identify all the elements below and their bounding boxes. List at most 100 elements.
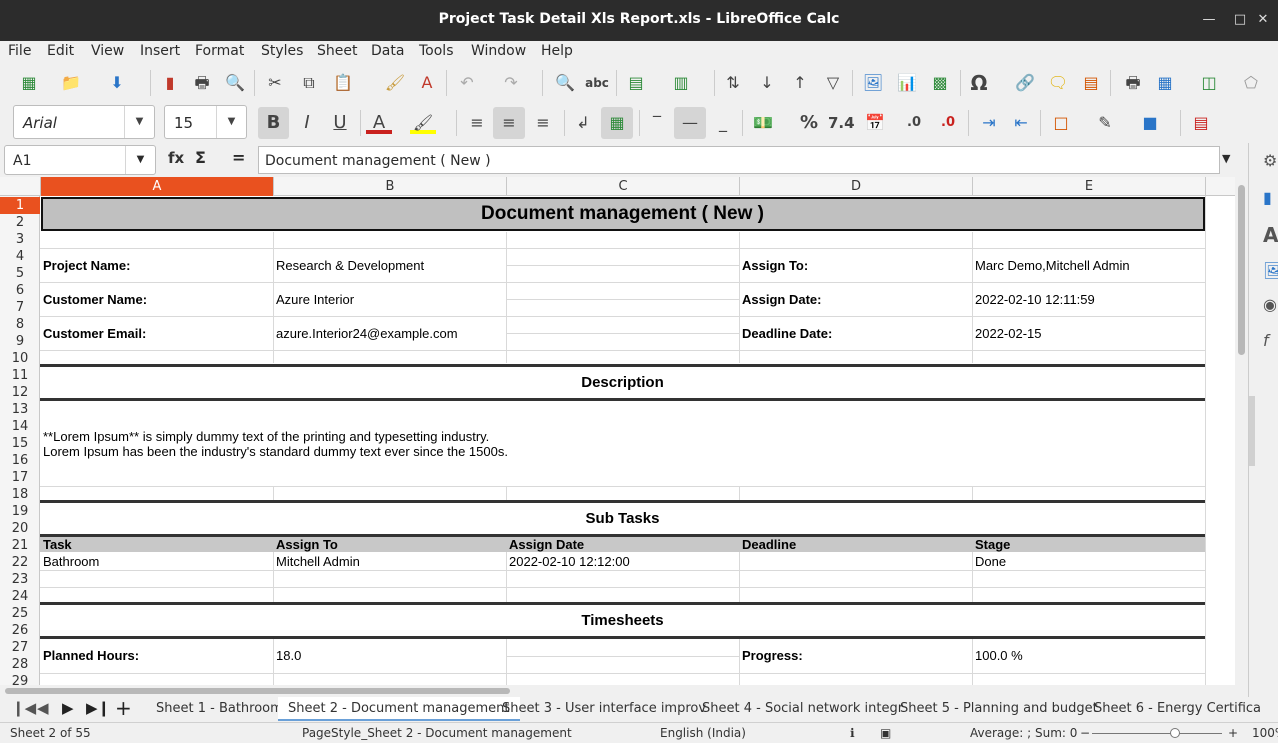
special-character-icon[interactable]: Ω (966, 70, 992, 96)
menu-help[interactable]: Help (541, 43, 573, 59)
menu-insert[interactable]: Insert (140, 43, 180, 59)
comment-icon[interactable]: 🗨 (1045, 70, 1071, 96)
sort-descending-icon[interactable]: ↑ (787, 70, 813, 96)
row-header[interactable]: 16 (0, 452, 40, 469)
row-header[interactable]: 18 (0, 486, 40, 503)
menu-edit[interactable]: Edit (47, 43, 74, 59)
sidebar-toggle-handle[interactable] (1249, 396, 1255, 466)
decrease-indent-icon[interactable]: ⇤ (1008, 110, 1034, 136)
print-preview-icon[interactable]: 🔍 (222, 70, 248, 96)
open-folder-icon[interactable]: 📁 (58, 70, 84, 96)
styles-a-icon[interactable]: A (1263, 223, 1278, 247)
expand-formula-icon[interactable]: ▼ (1222, 152, 1230, 165)
row-header[interactable]: 20 (0, 520, 40, 537)
next-sheet-icon[interactable]: ▶ (62, 699, 74, 717)
navigator-icon[interactable]: ◉ (1263, 295, 1278, 317)
description-line-1[interactable]: **Lorem Ipsum** is simply dummy text of … (43, 429, 489, 444)
progress-value[interactable]: 100.0 % (975, 648, 1023, 663)
print-icon[interactable]: 🖶 (189, 70, 215, 96)
zoom-in-icon[interactable]: + (1228, 726, 1238, 740)
menu-tools[interactable]: Tools (419, 43, 454, 59)
cells-area[interactable]: Document management ( New ) Project Name… (40, 196, 1235, 685)
tab-sheet-4[interactable]: Sheet 4 - Social network integr (702, 701, 903, 716)
percent-icon[interactable]: % (796, 110, 822, 136)
row-header[interactable]: 27 (0, 639, 40, 656)
assign-to-value[interactable]: Marc Demo,Mitchell Admin (975, 258, 1130, 273)
show-draw-functions-icon[interactable]: ⬠ (1238, 70, 1264, 96)
italic-icon[interactable]: I (294, 110, 320, 136)
row-header[interactable]: 9 (0, 333, 40, 350)
align-center-icon[interactable]: ≡ (493, 107, 525, 139)
number-format-icon[interactable]: 7.4 (828, 110, 855, 136)
row-header[interactable]: 25 (0, 605, 40, 622)
scrollbar-thumb[interactable] (5, 688, 510, 694)
first-sheet-icon[interactable]: ❙◀ (12, 699, 36, 717)
insert-chart-icon[interactable]: 📊 (894, 70, 920, 96)
row-header[interactable]: 21 (0, 537, 40, 554)
column-header-b[interactable]: B (274, 177, 507, 196)
previous-sheet-icon[interactable]: ◀ (37, 699, 49, 717)
highlight-color-icon[interactable]: 🖌 (410, 110, 436, 134)
align-bottom-icon[interactable]: _ (710, 110, 736, 136)
menu-file[interactable]: File (8, 43, 31, 59)
name-box[interactable]: A1 ▼ (4, 145, 156, 175)
row-header[interactable]: 11 (0, 367, 40, 384)
menu-styles[interactable]: Styles (261, 43, 303, 59)
headers-footers-icon[interactable]: ▤ (1078, 70, 1104, 96)
row-header[interactable]: 5 (0, 265, 40, 282)
split-window-icon[interactable]: ◫ (1196, 70, 1222, 96)
last-sheet-icon[interactable]: ▶❙ (86, 699, 110, 717)
project-name-value[interactable]: Research & Development (276, 258, 424, 273)
row-header[interactable]: 14 (0, 418, 40, 435)
minimize-icon[interactable]: — (1199, 10, 1219, 30)
paste-icon[interactable]: 📋 (330, 70, 356, 96)
table-row[interactable]: Done (975, 554, 1006, 569)
menu-format[interactable]: Format (195, 43, 244, 59)
wrap-text-icon[interactable]: ↲ (570, 110, 596, 136)
table-row[interactable]: 2022-02-10 12:12:00 (509, 554, 630, 569)
sort-icon[interactable]: ⇅ (720, 70, 746, 96)
tab-sheet-3[interactable]: Sheet 3 - User interface improv (502, 701, 706, 716)
row-header[interactable]: 2 (0, 214, 40, 231)
redo-icon[interactable]: ↷ (498, 70, 524, 96)
horizontal-scrollbar[interactable] (0, 685, 1235, 697)
spreadsheet-grid[interactable]: A B C D E 1 2 3 4 5 6 7 8 9 10 11 12 13 … (0, 177, 1235, 685)
row-header[interactable]: 15 (0, 435, 40, 452)
clear-formatting-icon[interactable]: A (414, 70, 440, 96)
insert-image-icon[interactable]: 🖼 (860, 70, 886, 96)
column-header-a[interactable]: A (41, 177, 274, 196)
menu-window[interactable]: Window (471, 43, 526, 59)
scrollbar-thumb[interactable] (1238, 185, 1245, 355)
hyperlink-icon[interactable]: 🔗 (1012, 70, 1038, 96)
column-header-e[interactable]: E (973, 177, 1206, 196)
align-left-icon[interactable]: ≡ (464, 110, 490, 136)
menu-data[interactable]: Data (371, 43, 404, 59)
chevron-down-icon[interactable]: ▼ (124, 106, 154, 138)
row-header[interactable]: 29 (0, 673, 40, 685)
row-header[interactable]: 28 (0, 656, 40, 673)
sort-ascending-icon[interactable]: ↓ (754, 70, 780, 96)
freeze-rows-columns-icon[interactable]: ▦ (1152, 70, 1178, 96)
column-header-c[interactable]: C (507, 177, 740, 196)
sum-icon[interactable]: Σ (195, 148, 206, 167)
column-header-d[interactable]: D (740, 177, 973, 196)
merge-center-icon[interactable]: ▦ (601, 107, 633, 139)
column-icon[interactable]: ▥ (668, 70, 694, 96)
styles-icon[interactable]: ▮ (1263, 188, 1278, 210)
planned-hours-value[interactable]: 18.0 (276, 648, 301, 663)
cut-icon[interactable]: ✂ (262, 70, 288, 96)
align-middle-icon[interactable]: — (674, 107, 706, 139)
define-print-area-icon[interactable]: 🖶 (1120, 70, 1146, 96)
tab-sheet-5[interactable]: Sheet 5 - Planning and budget (900, 701, 1098, 716)
zoom-level[interactable]: 100% (1252, 726, 1278, 740)
conditional-format-icon[interactable]: ▤ (1188, 110, 1214, 136)
row-header[interactable]: 7 (0, 299, 40, 316)
properties-gear-icon[interactable]: ⚙ (1263, 151, 1278, 173)
spelling-icon[interactable]: abc (584, 70, 610, 96)
tab-sheet-6[interactable]: Sheet 6 - Energy Certifica (1094, 701, 1261, 716)
row-header[interactable]: 1 (0, 197, 40, 214)
description-line-2[interactable]: Lorem Ipsum has been the industry's stan… (43, 444, 508, 459)
row-header[interactable]: 12 (0, 384, 40, 401)
close-icon[interactable]: ✕ (1253, 10, 1273, 30)
tab-sheet-1[interactable]: Sheet 1 - Bathroom (156, 701, 283, 716)
